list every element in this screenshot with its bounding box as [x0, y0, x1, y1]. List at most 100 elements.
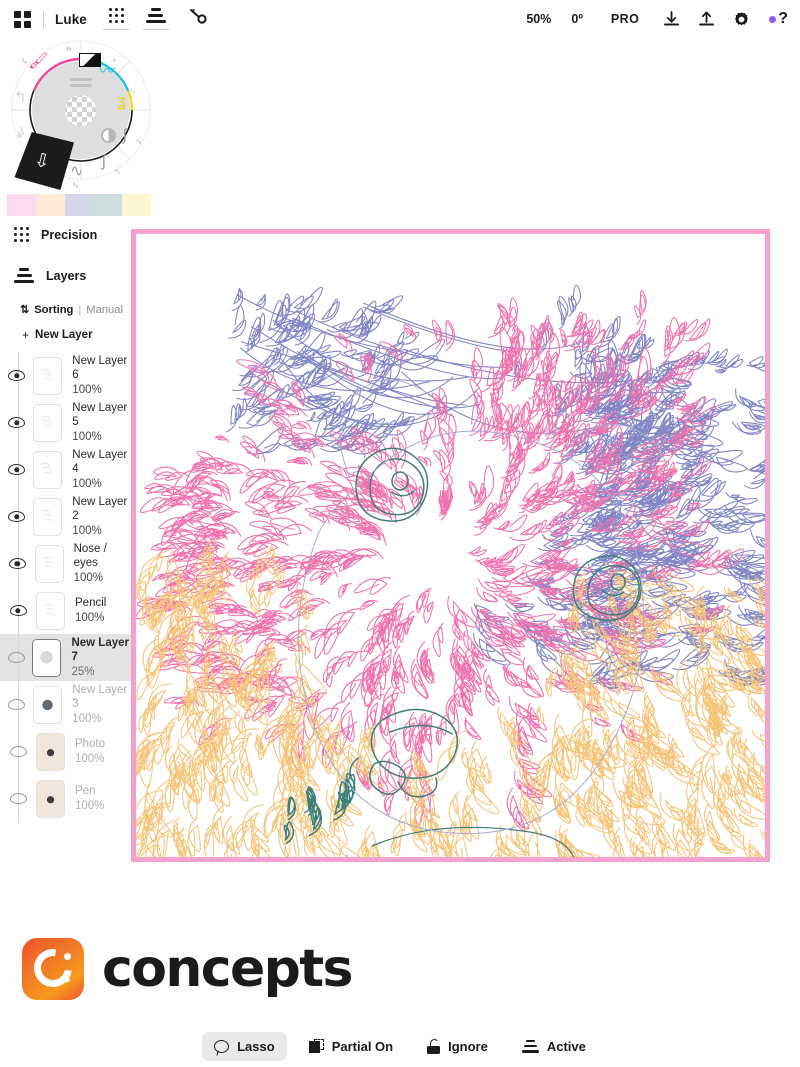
yellow-stroke-icon[interactable]: ʓ — [117, 94, 126, 110]
layers-label: Layers — [46, 268, 87, 283]
user-name-label[interactable]: Luke — [55, 12, 87, 27]
hamburger-icon[interactable] — [70, 78, 92, 87]
layer-opacity-2: 100% — [72, 477, 102, 490]
concepts-app-window: Luke 50% 0º PRO ? ⇩ ⅓ 〰 ⁰ ʓ ¹₀ ʃ ⁴₆ ʃ ⁴₁… — [0, 0, 800, 1067]
layer-row-6[interactable]: New Layer 7 25% — [0, 634, 132, 681]
pink-brush-icon[interactable]: 🖌 — [28, 54, 48, 70]
ignore-lock-button[interactable]: Ignore — [415, 1032, 500, 1061]
segment-label-3: ⁴₆ — [136, 138, 142, 145]
dog-line-art — [136, 284, 765, 857]
eye-closed-icon — [9, 746, 27, 757]
concepts-logo-mark — [22, 938, 84, 1000]
layer-opacity-9: 100% — [75, 799, 105, 812]
gear-settings-icon[interactable] — [733, 11, 750, 28]
swatch-0[interactable] — [7, 194, 36, 216]
layers-stack-icon[interactable] — [145, 8, 166, 30]
partial-select-button[interactable]: Partial On — [297, 1032, 405, 1061]
swatch-3[interactable] — [93, 194, 123, 216]
gray-curve-icon[interactable]: ʃ — [102, 154, 106, 170]
layer-thumbnail-7[interactable] — [33, 685, 63, 724]
brush-color-wheel[interactable]: 〽 ⇩ ⅓ 〰 ⁰ ʓ ¹₀ ʃ ⁴₆ ʃ ⁴₁ ∿ ⁶₂ 🖌 ¹₄ ↱ ↳ — [0, 38, 155, 190]
sorting-value[interactable]: Manual — [86, 304, 123, 316]
layer-thumbnail-0[interactable] — [33, 356, 63, 395]
segment-label-7: ¹₄ — [22, 58, 27, 65]
precision-dots-icon[interactable] — [108, 8, 124, 30]
layer-visibility-toggle-8[interactable] — [0, 746, 36, 757]
sorting-control[interactable]: ⇅ Sorting | Manual — [20, 303, 123, 317]
gray-wave-icon[interactable]: ʃ — [123, 128, 127, 144]
layer-visibility-toggle-4[interactable] — [0, 558, 35, 569]
lasso-select-icon[interactable] — [188, 7, 208, 31]
pro-badge[interactable]: PRO — [611, 12, 639, 26]
layer-row-2[interactable]: New Layer 4 100% — [0, 446, 132, 493]
upload-export-icon[interactable] — [698, 11, 715, 28]
new-layer-label: New Layer — [35, 329, 93, 341]
layer-thumbnail-4[interactable] — [34, 544, 64, 583]
gray-squiggle-icon[interactable]: ∿ — [70, 164, 83, 180]
layer-opacity-3: 100% — [72, 524, 102, 537]
sorting-separator: | — [78, 303, 82, 316]
partial-select-icon — [308, 1038, 324, 1054]
top-toolbar: Luke 50% 0º PRO ? — [0, 0, 800, 38]
active-label: Active — [546, 1038, 586, 1054]
layer-row-9[interactable]: Pen 100% — [0, 775, 132, 822]
layer-visibility-toggle-3[interactable] — [0, 511, 33, 522]
lasso-label: Lasso — [237, 1038, 275, 1054]
lasso-tool-button[interactable]: Lasso — [202, 1031, 287, 1061]
segment-label-4: ⁴₁ — [115, 168, 120, 175]
help-button[interactable]: ? — [769, 11, 788, 27]
swatch-1[interactable] — [35, 194, 65, 216]
new-layer-button[interactable]: + New Layer — [22, 328, 93, 342]
opacity-half-circle-icon[interactable] — [101, 128, 116, 143]
layer-row-3[interactable]: New Layer 2 100% — [0, 493, 132, 540]
layer-thumbnail-5[interactable] — [36, 591, 65, 630]
layer-list: New Layer 6 100% New Layer 5 100% New Layer … — [0, 352, 132, 822]
layer-name-7: New Layer 3 — [72, 683, 128, 711]
download-import-icon[interactable] — [663, 10, 680, 28]
layer-row-1[interactable]: New Layer 5 100% — [0, 399, 132, 446]
layer-thumbnail-2[interactable] — [33, 450, 63, 489]
segment-label-2: ¹₀ — [130, 88, 135, 95]
sorting-label: Sorting — [34, 303, 74, 316]
canvas-surface[interactable] — [136, 234, 765, 857]
precision-panel-header[interactable]: Precision — [14, 227, 97, 242]
drawing-canvas[interactable] — [131, 229, 770, 862]
layer-visibility-toggle-6[interactable] — [0, 652, 32, 663]
layer-opacity-6: 25% — [71, 665, 95, 678]
layer-visibility-toggle-5[interactable] — [0, 605, 36, 616]
rotation-label[interactable]: 0º — [571, 12, 583, 26]
partial-label: Partial On — [331, 1038, 394, 1054]
layer-row-4[interactable]: Nose / eyes 100% — [0, 540, 132, 587]
swatch-2[interactable] — [64, 194, 94, 216]
transparency-checker-icon — [62, 92, 99, 129]
active-layers-button[interactable]: Active — [510, 1032, 598, 1061]
layer-row-7[interactable]: New Layer 3 100% — [0, 681, 132, 728]
zoom-level-label[interactable]: 50% — [526, 12, 551, 26]
ignore-label: Ignore — [448, 1038, 488, 1054]
concepts-logo-text: concepts — [102, 939, 354, 999]
gradient-swatch-icon[interactable] — [79, 53, 101, 67]
layer-name-3: New Layer 2 — [72, 495, 128, 523]
layer-visibility-toggle-9[interactable] — [0, 793, 36, 804]
segment-label-0: ⅓ — [66, 46, 72, 53]
layers-panel-header[interactable]: Layers — [14, 268, 86, 283]
layer-visibility-toggle-1[interactable] — [0, 417, 33, 428]
layer-thumbnail-1[interactable] — [33, 403, 63, 442]
cyan-stroke-icon[interactable]: 〰 — [99, 64, 115, 80]
undo-arrow-icon[interactable]: ↱ — [14, 88, 27, 106]
layer-thumbnail-3[interactable] — [33, 497, 63, 536]
layer-row-0[interactable]: New Layer 6 100% — [0, 352, 132, 399]
help-status-dot — [769, 15, 777, 23]
layer-visibility-toggle-2[interactable] — [0, 464, 33, 475]
color-swatch-palette[interactable] — [7, 194, 151, 216]
swatch-4[interactable] — [122, 194, 151, 216]
layer-thumbnail-6[interactable] — [32, 638, 62, 677]
layer-thumbnail-8[interactable] — [36, 732, 65, 771]
layer-visibility-toggle-0[interactable] — [0, 370, 33, 381]
grid-apps-icon[interactable] — [14, 10, 31, 28]
layer-thumbnail-9[interactable] — [36, 779, 65, 818]
layer-row-8[interactable]: Photo 100% — [0, 728, 132, 775]
layer-visibility-toggle-7[interactable] — [0, 699, 33, 710]
layer-row-5[interactable]: Pencil 100% — [0, 587, 132, 634]
layer-opacity-7: 100% — [72, 712, 102, 725]
